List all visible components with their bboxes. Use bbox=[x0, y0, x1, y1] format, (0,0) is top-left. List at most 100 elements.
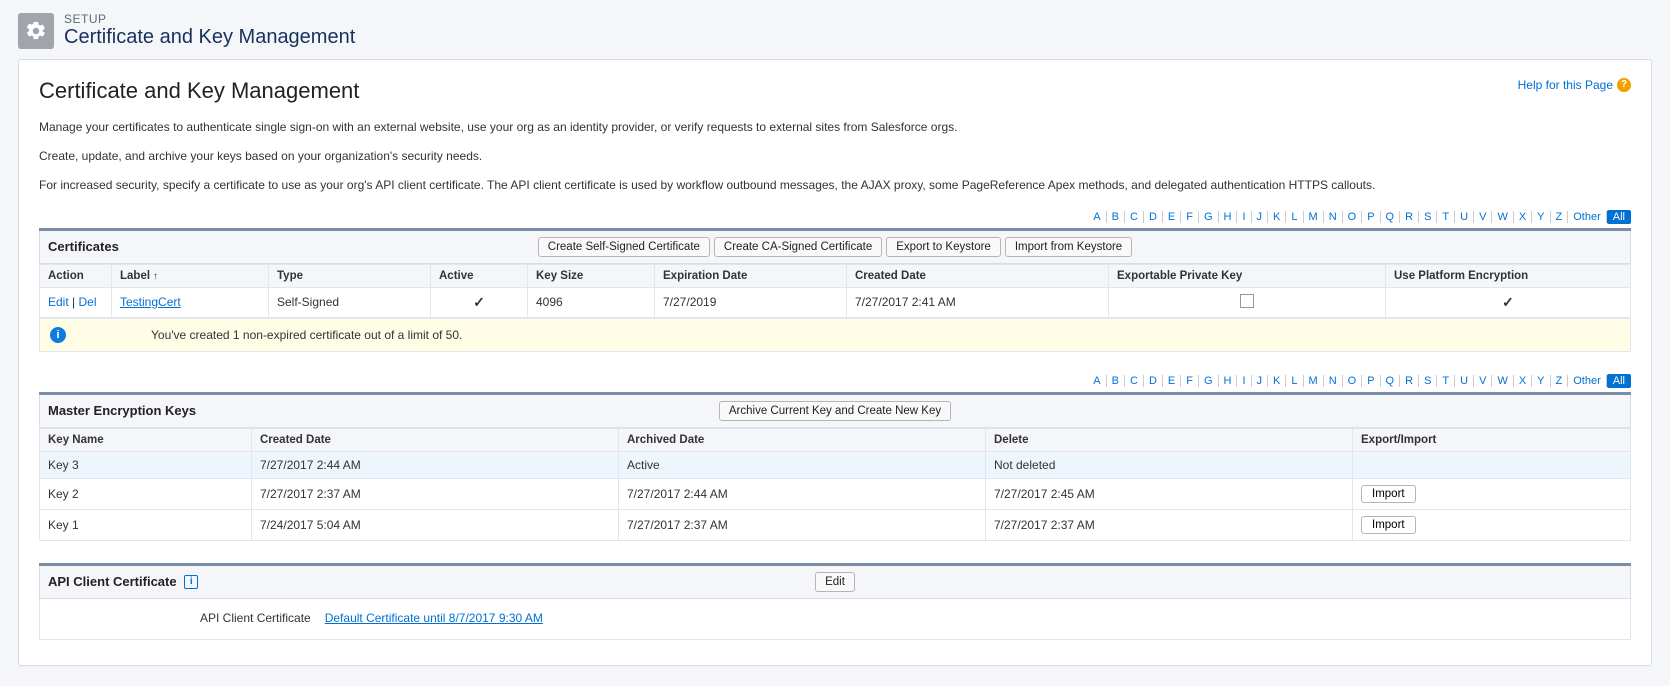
col-key-name: Key Name bbox=[40, 428, 252, 451]
sort-asc-icon: ↑ bbox=[153, 271, 158, 282]
header-title: Certificate and Key Management bbox=[64, 26, 355, 49]
alpha-filter-m[interactable]: M bbox=[1304, 211, 1324, 223]
alpha-filter-other[interactable]: Other bbox=[1568, 211, 1607, 223]
alpha-filter-j[interactable]: J bbox=[1252, 375, 1269, 387]
alpha-filter-u[interactable]: U bbox=[1455, 375, 1474, 387]
col-type: Type bbox=[269, 264, 431, 287]
key-export-cell: Import bbox=[1353, 478, 1631, 509]
help-link[interactable]: Help for this Page ? bbox=[1518, 78, 1631, 92]
gear-icon bbox=[18, 13, 54, 49]
key-created: 7/27/2017 2:44 AM bbox=[252, 451, 619, 478]
alpha-filter-l[interactable]: L bbox=[1286, 375, 1303, 387]
alpha-filter-z[interactable]: Z bbox=[1551, 211, 1569, 223]
alpha-filter-x[interactable]: X bbox=[1514, 211, 1532, 223]
alpha-filter-b[interactable]: B bbox=[1107, 375, 1125, 387]
alpha-filter-v[interactable]: V bbox=[1474, 211, 1492, 223]
alpha-filter-f[interactable]: F bbox=[1181, 211, 1199, 223]
alpha-filter-e[interactable]: E bbox=[1163, 375, 1181, 387]
alpha-filter-e[interactable]: E bbox=[1163, 211, 1181, 223]
alpha-filter-v[interactable]: V bbox=[1474, 375, 1492, 387]
alpha-filter-d[interactable]: D bbox=[1144, 211, 1163, 223]
alpha-filter-n[interactable]: N bbox=[1324, 211, 1343, 223]
alpha-filter-i[interactable]: I bbox=[1237, 375, 1251, 387]
key-export-cell bbox=[1353, 451, 1631, 478]
col-key-delete: Delete bbox=[986, 428, 1353, 451]
create-ca-signed-button[interactable]: Create CA-Signed Certificate bbox=[714, 237, 882, 257]
cert-label-link[interactable]: TestingCert bbox=[120, 295, 181, 309]
table-row: Key 27/27/2017 2:37 AM7/27/2017 2:44 AM7… bbox=[40, 478, 1631, 509]
col-platform-enc: Use Platform Encryption bbox=[1386, 264, 1631, 287]
alpha-filter-q[interactable]: Q bbox=[1381, 375, 1401, 387]
alpha-filter-k[interactable]: K bbox=[1268, 211, 1286, 223]
alpha-filter-t[interactable]: T bbox=[1437, 375, 1455, 387]
col-label[interactable]: Label↑ bbox=[112, 264, 269, 287]
cert-key-size: 4096 bbox=[528, 287, 655, 317]
alpha-filter-g[interactable]: G bbox=[1199, 375, 1219, 387]
alpha-filter-h[interactable]: H bbox=[1219, 375, 1238, 387]
alpha-filter-s[interactable]: S bbox=[1419, 211, 1437, 223]
alpha-filter-all[interactable]: All bbox=[1607, 374, 1631, 388]
key-export-cell: Import bbox=[1353, 509, 1631, 540]
alpha-filter-j[interactable]: J bbox=[1252, 211, 1269, 223]
key-created: 7/24/2017 5:04 AM bbox=[252, 509, 619, 540]
alpha-filter-m[interactable]: M bbox=[1304, 375, 1324, 387]
alpha-filter-c[interactable]: C bbox=[1125, 375, 1144, 387]
alpha-filter-z[interactable]: Z bbox=[1551, 375, 1569, 387]
cert-active: ✓ bbox=[431, 287, 528, 317]
alpha-filter-u[interactable]: U bbox=[1455, 211, 1474, 223]
alpha-filter-g[interactable]: G bbox=[1199, 211, 1219, 223]
alpha-filter-w[interactable]: W bbox=[1492, 211, 1513, 223]
alpha-filter-y[interactable]: Y bbox=[1532, 211, 1550, 223]
alpha-filter-k[interactable]: K bbox=[1268, 375, 1286, 387]
key-name: Key 1 bbox=[40, 509, 252, 540]
alpha-filter-all[interactable]: All bbox=[1607, 210, 1631, 224]
alpha-filter-o[interactable]: O bbox=[1343, 375, 1363, 387]
key-delete: 7/27/2017 2:37 AM bbox=[986, 509, 1353, 540]
create-self-signed-button[interactable]: Create Self-Signed Certificate bbox=[538, 237, 710, 257]
api-edit-button[interactable]: Edit bbox=[815, 572, 855, 592]
import-button[interactable]: Import bbox=[1361, 485, 1416, 503]
alpha-filter-d[interactable]: D bbox=[1144, 375, 1163, 387]
api-section-title: API Client Certificate i bbox=[48, 574, 508, 590]
alpha-filter-a[interactable]: A bbox=[1088, 375, 1106, 387]
alpha-filter-o[interactable]: O bbox=[1343, 211, 1363, 223]
col-label-text: Label bbox=[120, 270, 150, 282]
alpha-filter-i[interactable]: I bbox=[1237, 211, 1251, 223]
export-keystore-button[interactable]: Export to Keystore bbox=[886, 237, 1001, 257]
alpha-filter-b[interactable]: B bbox=[1107, 211, 1125, 223]
alpha-filter-c[interactable]: C bbox=[1125, 211, 1144, 223]
table-row: Key 37/27/2017 2:44 AMActiveNot deleted bbox=[40, 451, 1631, 478]
alpha-filter-p[interactable]: P bbox=[1362, 211, 1380, 223]
alpha-filter-s[interactable]: S bbox=[1419, 375, 1437, 387]
col-exportable: Exportable Private Key bbox=[1109, 264, 1386, 287]
del-link[interactable]: Del bbox=[78, 295, 96, 309]
page-desc-1: Manage your certificates to authenticate… bbox=[39, 118, 1631, 137]
setup-header: SETUP Certificate and Key Management bbox=[0, 0, 1670, 59]
alpha-filter-n[interactable]: N bbox=[1324, 375, 1343, 387]
alpha-filter-y[interactable]: Y bbox=[1532, 375, 1550, 387]
alpha-filter-p[interactable]: P bbox=[1362, 375, 1380, 387]
import-button[interactable]: Import bbox=[1361, 516, 1416, 534]
alpha-filter-l[interactable]: L bbox=[1286, 211, 1303, 223]
api-client-cert-link[interactable]: Default Certificate until 8/7/2017 9:30 … bbox=[325, 611, 543, 625]
alpha-filter-x[interactable]: X bbox=[1514, 375, 1532, 387]
col-key-archived: Archived Date bbox=[619, 428, 986, 451]
alpha-filter-w[interactable]: W bbox=[1492, 375, 1513, 387]
edit-link[interactable]: Edit bbox=[48, 295, 69, 309]
alpha-filter-q[interactable]: Q bbox=[1381, 211, 1401, 223]
certificates-table: Action Label↑ Type Active Key Size Expir… bbox=[39, 264, 1631, 318]
alpha-filter-h[interactable]: H bbox=[1219, 211, 1238, 223]
import-keystore-button[interactable]: Import from Keystore bbox=[1005, 237, 1132, 257]
alpha-filter-f[interactable]: F bbox=[1181, 375, 1199, 387]
archive-key-button[interactable]: Archive Current Key and Create New Key bbox=[719, 401, 951, 421]
alpha-filter-a[interactable]: A bbox=[1088, 211, 1106, 223]
key-name: Key 3 bbox=[40, 451, 252, 478]
cert-created: 7/27/2017 2:41 AM bbox=[847, 287, 1109, 317]
alpha-filter-r[interactable]: R bbox=[1400, 211, 1419, 223]
alpha-filter-t[interactable]: T bbox=[1437, 211, 1455, 223]
main-card: Help for this Page ? Certificate and Key… bbox=[18, 59, 1652, 666]
info-square-icon[interactable]: i bbox=[184, 575, 198, 589]
keys-table: Key Name Created Date Archived Date Dele… bbox=[39, 428, 1631, 541]
alpha-filter-r[interactable]: R bbox=[1400, 375, 1419, 387]
alpha-filter-other[interactable]: Other bbox=[1568, 375, 1607, 387]
